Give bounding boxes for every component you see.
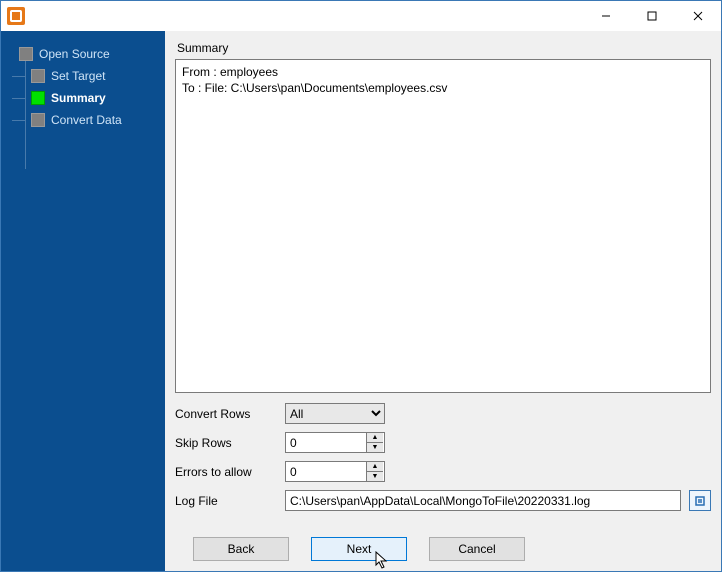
spin-up-icon[interactable]: ▲ xyxy=(367,433,383,443)
convert-rows-select[interactable]: All xyxy=(285,403,385,424)
sidebar-item-set-target[interactable]: Set Target xyxy=(1,65,165,87)
back-button[interactable]: Back xyxy=(193,537,289,561)
wizard-buttons: Back Next Cancel xyxy=(175,537,711,561)
errors-label: Errors to allow xyxy=(175,465,285,479)
logfile-label: Log File xyxy=(175,494,285,508)
spin-down-icon[interactable]: ▼ xyxy=(367,472,383,481)
errors-allow-spinner[interactable]: ▲ ▼ xyxy=(285,461,385,482)
step-node-icon xyxy=(31,69,45,83)
main-panel: Summary From : employees To : File: C:\U… xyxy=(165,31,721,571)
spin-up-icon[interactable]: ▲ xyxy=(367,462,383,472)
browse-icon xyxy=(694,495,706,507)
skip-rows-label: Skip Rows xyxy=(175,436,285,450)
sidebar-item-open-source[interactable]: Open Source xyxy=(1,43,165,65)
step-node-icon xyxy=(31,113,45,127)
spin-down-icon[interactable]: ▼ xyxy=(367,443,383,452)
cancel-button[interactable]: Cancel xyxy=(429,537,525,561)
sidebar-item-label: Convert Data xyxy=(51,113,122,127)
skip-rows-spinner[interactable]: ▲ ▼ xyxy=(285,432,385,453)
skip-rows-input[interactable] xyxy=(286,433,366,452)
app-icon xyxy=(7,7,25,25)
logfile-input[interactable] xyxy=(285,490,681,511)
convert-rows-label: Convert Rows xyxy=(175,407,285,421)
summary-title: Summary xyxy=(175,39,711,59)
errors-allow-input[interactable] xyxy=(286,462,366,481)
wizard-sidebar: Open Source Set Target Summary Convert D… xyxy=(1,31,165,571)
sidebar-item-label: Set Target xyxy=(51,69,105,83)
window-controls xyxy=(583,1,721,31)
sidebar-item-label: Open Source xyxy=(39,47,110,61)
minimize-button[interactable] xyxy=(583,1,629,31)
step-node-icon xyxy=(31,91,45,105)
next-button[interactable]: Next xyxy=(311,537,407,561)
sidebar-item-convert-data[interactable]: Convert Data xyxy=(1,109,165,131)
step-node-icon xyxy=(19,47,33,61)
browse-logfile-button[interactable] xyxy=(689,490,711,511)
sidebar-item-summary[interactable]: Summary xyxy=(1,87,165,109)
sidebar-item-label: Summary xyxy=(51,91,106,105)
titlebar xyxy=(1,1,721,31)
summary-textbox[interactable]: From : employees To : File: C:\Users\pan… xyxy=(175,59,711,393)
maximize-button[interactable] xyxy=(629,1,675,31)
options-grid: Convert Rows All Skip Rows ▲ ▼ Errors to… xyxy=(175,403,711,519)
close-button[interactable] xyxy=(675,1,721,31)
